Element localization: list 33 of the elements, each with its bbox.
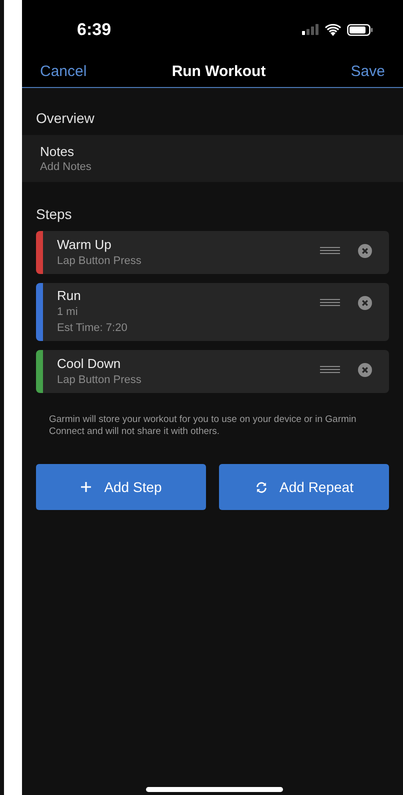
- disclaimer-text: Garmin will store your workout for you to use on your device or in Garmin Connect and will not share it with others.: [48, 413, 358, 438]
- step-name: Warm Up: [57, 236, 112, 252]
- step-detail: Est Time: 7:20: [57, 321, 128, 336]
- cancel-button[interactable]: Cancel: [40, 60, 87, 84]
- plus-icon: [80, 481, 92, 493]
- save-button[interactable]: Save: [350, 60, 385, 84]
- drag-handle-icon[interactable]: [320, 299, 340, 306]
- action-button[interactable]: Add Repeat: [219, 464, 389, 510]
- notes-row[interactable]: Notes Add Notes: [22, 135, 403, 182]
- notes-label: Notes: [40, 144, 75, 160]
- remove-icon[interactable]: [358, 363, 372, 377]
- remove-icon[interactable]: [358, 244, 372, 258]
- wifi-icon: [325, 24, 341, 36]
- step-name: Run: [57, 288, 82, 304]
- step-detail: Lap Button Press: [57, 254, 142, 268]
- battery-icon: [347, 24, 373, 36]
- step-detail: Lap Button Press: [57, 372, 142, 388]
- refresh-icon: [254, 480, 268, 494]
- drag-handle-icon[interactable]: [320, 366, 340, 373]
- step-card[interactable]: Warm Up Lap Button Press: [36, 231, 389, 274]
- step-card[interactable]: Run 1 mi Est Time: 7:20: [36, 283, 389, 341]
- notes-placeholder: Add Notes: [40, 160, 92, 174]
- step-detail: 1 mi: [57, 305, 79, 320]
- section-heading: Overview: [35, 109, 96, 128]
- step-name: Cool Down: [57, 356, 122, 372]
- step-card[interactable]: Cool Down Lap Button Press: [36, 350, 389, 393]
- remove-icon[interactable]: [358, 296, 372, 310]
- action-button[interactable]: Add Step: [36, 464, 206, 510]
- drag-handle-icon[interactable]: [320, 247, 340, 254]
- screen-title: Run Workout: [172, 62, 266, 82]
- status-time: 6:39: [77, 18, 112, 41]
- section-heading: Steps: [35, 205, 73, 224]
- signal-icon: [302, 24, 319, 35]
